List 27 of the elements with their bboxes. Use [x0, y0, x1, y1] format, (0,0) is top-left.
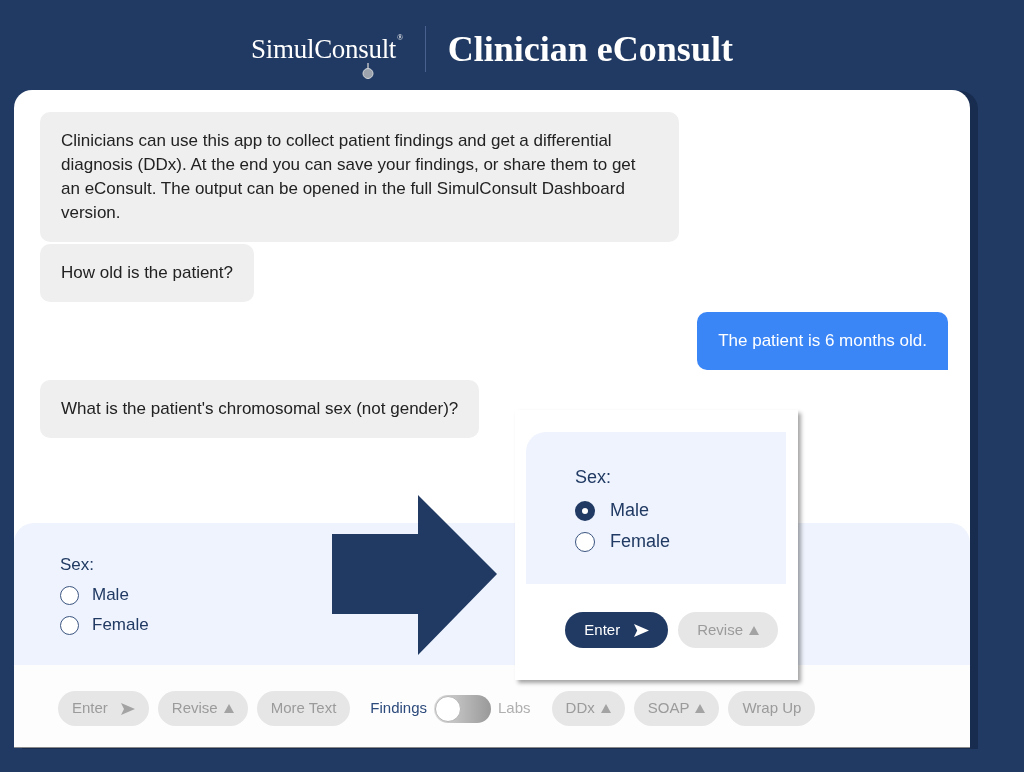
toggle-switch[interactable]: [434, 694, 491, 723]
enter-button[interactable]: Enter: [565, 612, 669, 648]
question-label: Sex:: [60, 554, 95, 576]
caret-up-icon: [600, 704, 611, 713]
question-label: Sex:: [575, 466, 612, 489]
bot-message: What is the patient's chromosomal sex (not gender)?: [40, 380, 480, 438]
option-label: Male: [610, 499, 649, 522]
user-message: The patient is 6 months old.: [697, 312, 948, 370]
caret-up-icon: [749, 625, 759, 635]
brand-logo: SimulConsult$^{®}$: [251, 35, 403, 63]
bot-message: How old is the patient?: [40, 244, 254, 302]
radio-button[interactable]: [575, 500, 595, 521]
app-title: Clinician eConsult: [447, 31, 733, 67]
toggle-label: Labs: [498, 698, 531, 719]
option-label: Male: [92, 584, 129, 607]
bot-message: Clinicians can use this app to collect patient findings and get a differential diagnosis (DDx). At the end you can save your findings, or share them to get an eConsult. The output can be opened in the full SimulConsult Dashboard version.: [40, 112, 679, 242]
radio-button[interactable]: [60, 615, 79, 635]
toggle-label: Findings: [370, 698, 427, 719]
caret-up-icon: [695, 704, 706, 713]
send-icon: [120, 702, 135, 715]
option-label: Female: [610, 530, 671, 553]
caret-up-icon: [223, 704, 234, 713]
radio-button[interactable]: [575, 531, 595, 552]
stethoscope-icon: [362, 62, 375, 79]
send-icon: [634, 623, 650, 637]
option-label: Female: [92, 614, 149, 637]
radio-button[interactable]: [60, 585, 79, 605]
